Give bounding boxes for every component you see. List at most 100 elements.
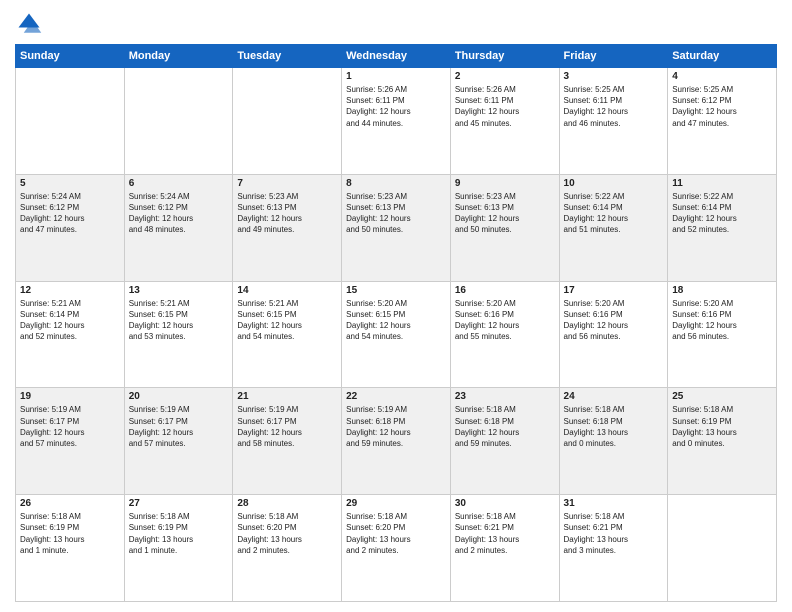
calendar-cell: 18 Sunrise: 5:20 AM Sunset: 6:16 PM Dayli… [668, 281, 777, 388]
day-number: 29 [346, 498, 446, 509]
day-number: 13 [129, 285, 229, 296]
day-info: Sunrise: 5:18 AM Sunset: 6:18 PM Dayligh… [455, 404, 555, 449]
day-info: Sunrise: 5:20 AM Sunset: 6:15 PM Dayligh… [346, 298, 446, 343]
calendar-cell: 30 Sunrise: 5:18 AM Sunset: 6:21 PM Dayli… [450, 495, 559, 602]
day-info: Sunrise: 5:23 AM Sunset: 6:13 PM Dayligh… [455, 191, 555, 236]
day-info: Sunrise: 5:18 AM Sunset: 6:19 PM Dayligh… [129, 511, 229, 556]
day-info: Sunrise: 5:19 AM Sunset: 6:18 PM Dayligh… [346, 404, 446, 449]
day-info: Sunrise: 5:23 AM Sunset: 6:13 PM Dayligh… [346, 191, 446, 236]
header [15, 10, 777, 38]
calendar-cell: 13 Sunrise: 5:21 AM Sunset: 6:15 PM Dayli… [124, 281, 233, 388]
day-number: 23 [455, 391, 555, 402]
day-number: 8 [346, 178, 446, 189]
page: SundayMondayTuesdayWednesdayThursdayFrid… [0, 0, 792, 612]
day-info: Sunrise: 5:22 AM Sunset: 6:14 PM Dayligh… [564, 191, 664, 236]
calendar-cell: 23 Sunrise: 5:18 AM Sunset: 6:18 PM Dayli… [450, 388, 559, 495]
day-number: 28 [237, 498, 337, 509]
calendar-cell [668, 495, 777, 602]
day-info: Sunrise: 5:19 AM Sunset: 6:17 PM Dayligh… [129, 404, 229, 449]
calendar-cell: 19 Sunrise: 5:19 AM Sunset: 6:17 PM Dayli… [16, 388, 125, 495]
calendar-cell: 14 Sunrise: 5:21 AM Sunset: 6:15 PM Dayli… [233, 281, 342, 388]
day-number: 5 [20, 178, 120, 189]
day-info: Sunrise: 5:22 AM Sunset: 6:14 PM Dayligh… [672, 191, 772, 236]
day-number: 9 [455, 178, 555, 189]
day-number: 26 [20, 498, 120, 509]
calendar-cell: 1 Sunrise: 5:26 AM Sunset: 6:11 PM Daylig… [342, 68, 451, 175]
calendar-header: SundayMondayTuesdayWednesdayThursdayFrid… [16, 45, 777, 68]
calendar-cell: 12 Sunrise: 5:21 AM Sunset: 6:14 PM Dayli… [16, 281, 125, 388]
day-number: 2 [455, 71, 555, 82]
weekday-header: Saturday [668, 45, 777, 68]
day-number: 22 [346, 391, 446, 402]
day-info: Sunrise: 5:19 AM Sunset: 6:17 PM Dayligh… [20, 404, 120, 449]
calendar-cell: 7 Sunrise: 5:23 AM Sunset: 6:13 PM Daylig… [233, 174, 342, 281]
calendar-cell: 10 Sunrise: 5:22 AM Sunset: 6:14 PM Dayli… [559, 174, 668, 281]
calendar-cell: 6 Sunrise: 5:24 AM Sunset: 6:12 PM Daylig… [124, 174, 233, 281]
calendar-cell [16, 68, 125, 175]
day-number: 16 [455, 285, 555, 296]
day-number: 11 [672, 178, 772, 189]
day-info: Sunrise: 5:19 AM Sunset: 6:17 PM Dayligh… [237, 404, 337, 449]
day-number: 1 [346, 71, 446, 82]
day-info: Sunrise: 5:18 AM Sunset: 6:21 PM Dayligh… [564, 511, 664, 556]
calendar-table: SundayMondayTuesdayWednesdayThursdayFrid… [15, 44, 777, 602]
weekday-header: Sunday [16, 45, 125, 68]
calendar-cell: 22 Sunrise: 5:19 AM Sunset: 6:18 PM Dayli… [342, 388, 451, 495]
day-number: 14 [237, 285, 337, 296]
calendar-cell: 21 Sunrise: 5:19 AM Sunset: 6:17 PM Dayli… [233, 388, 342, 495]
day-info: Sunrise: 5:18 AM Sunset: 6:19 PM Dayligh… [672, 404, 772, 449]
day-info: Sunrise: 5:18 AM Sunset: 6:21 PM Dayligh… [455, 511, 555, 556]
day-number: 10 [564, 178, 664, 189]
weekday-header: Friday [559, 45, 668, 68]
day-number: 4 [672, 71, 772, 82]
calendar-cell: 16Sunrise: 5:20 AM Sunset: 6:16 PM Dayli… [450, 281, 559, 388]
day-number: 12 [20, 285, 120, 296]
weekday-header: Monday [124, 45, 233, 68]
day-number: 19 [20, 391, 120, 402]
day-number: 20 [129, 391, 229, 402]
day-number: 6 [129, 178, 229, 189]
calendar-cell: 20 Sunrise: 5:19 AM Sunset: 6:17 PM Dayli… [124, 388, 233, 495]
calendar-cell: 4 Sunrise: 5:25 AM Sunset: 6:12 PM Daylig… [668, 68, 777, 175]
day-info: Sunrise: 5:18 AM Sunset: 6:18 PM Dayligh… [564, 404, 664, 449]
day-info: Sunrise: 5:21 AM Sunset: 6:14 PM Dayligh… [20, 298, 120, 343]
weekday-header: Tuesday [233, 45, 342, 68]
day-info: Sunrise: 5:26 AM Sunset: 6:11 PM Dayligh… [346, 84, 446, 129]
calendar-cell: 17Sunrise: 5:20 AM Sunset: 6:16 PM Dayli… [559, 281, 668, 388]
calendar-week-row: 1 Sunrise: 5:26 AM Sunset: 6:11 PM Daylig… [16, 68, 777, 175]
day-info: Sunrise: 5:21 AM Sunset: 6:15 PM Dayligh… [237, 298, 337, 343]
day-number: 21 [237, 391, 337, 402]
calendar-cell [124, 68, 233, 175]
calendar-week-row: 26 Sunrise: 5:18 AM Sunset: 6:19 PM Dayli… [16, 495, 777, 602]
calendar-cell: 5Sunrise: 5:24 AM Sunset: 6:12 PM Daylig… [16, 174, 125, 281]
calendar-cell: 29 Sunrise: 5:18 AM Sunset: 6:20 PM Dayli… [342, 495, 451, 602]
day-info: Sunrise: 5:20 AM Sunset: 6:16 PM Dayligh… [672, 298, 772, 343]
calendar-cell: 24Sunrise: 5:18 AM Sunset: 6:18 PM Dayli… [559, 388, 668, 495]
calendar-week-row: 19 Sunrise: 5:19 AM Sunset: 6:17 PM Dayli… [16, 388, 777, 495]
calendar-cell: 3Sunrise: 5:25 AM Sunset: 6:11 PM Daylig… [559, 68, 668, 175]
day-number: 30 [455, 498, 555, 509]
day-number: 15 [346, 285, 446, 296]
calendar-body: 1 Sunrise: 5:26 AM Sunset: 6:11 PM Daylig… [16, 68, 777, 602]
day-number: 31 [564, 498, 664, 509]
day-number: 7 [237, 178, 337, 189]
day-info: Sunrise: 5:25 AM Sunset: 6:12 PM Dayligh… [672, 84, 772, 129]
calendar-cell: 25Sunrise: 5:18 AM Sunset: 6:19 PM Dayli… [668, 388, 777, 495]
logo [15, 10, 47, 38]
weekday-header: Thursday [450, 45, 559, 68]
calendar-week-row: 5 Sunrise: 5:24 AM Sunset: 6:12 PM Daylig… [16, 174, 777, 281]
day-info: Sunrise: 5:20 AM Sunset: 6:16 PM Dayligh… [564, 298, 664, 343]
weekday-header: Wednesday [342, 45, 451, 68]
calendar-cell: 2Sunrise: 5:26 AM Sunset: 6:11 PM Daylig… [450, 68, 559, 175]
calendar-cell: 15 Sunrise: 5:20 AM Sunset: 6:15 PM Dayli… [342, 281, 451, 388]
calendar-cell: 31 Sunrise: 5:18 AM Sunset: 6:21 PM Dayli… [559, 495, 668, 602]
day-info: Sunrise: 5:23 AM Sunset: 6:13 PM Dayligh… [237, 191, 337, 236]
day-info: Sunrise: 5:24 AM Sunset: 6:12 PM Dayligh… [129, 191, 229, 236]
day-number: 3 [564, 71, 664, 82]
day-number: 18 [672, 285, 772, 296]
day-info: Sunrise: 5:21 AM Sunset: 6:15 PM Dayligh… [129, 298, 229, 343]
weekday-row: SundayMondayTuesdayWednesdayThursdayFrid… [16, 45, 777, 68]
day-info: Sunrise: 5:18 AM Sunset: 6:19 PM Dayligh… [20, 511, 120, 556]
calendar-cell: 26 Sunrise: 5:18 AM Sunset: 6:19 PM Dayli… [16, 495, 125, 602]
day-info: Sunrise: 5:18 AM Sunset: 6:20 PM Dayligh… [346, 511, 446, 556]
